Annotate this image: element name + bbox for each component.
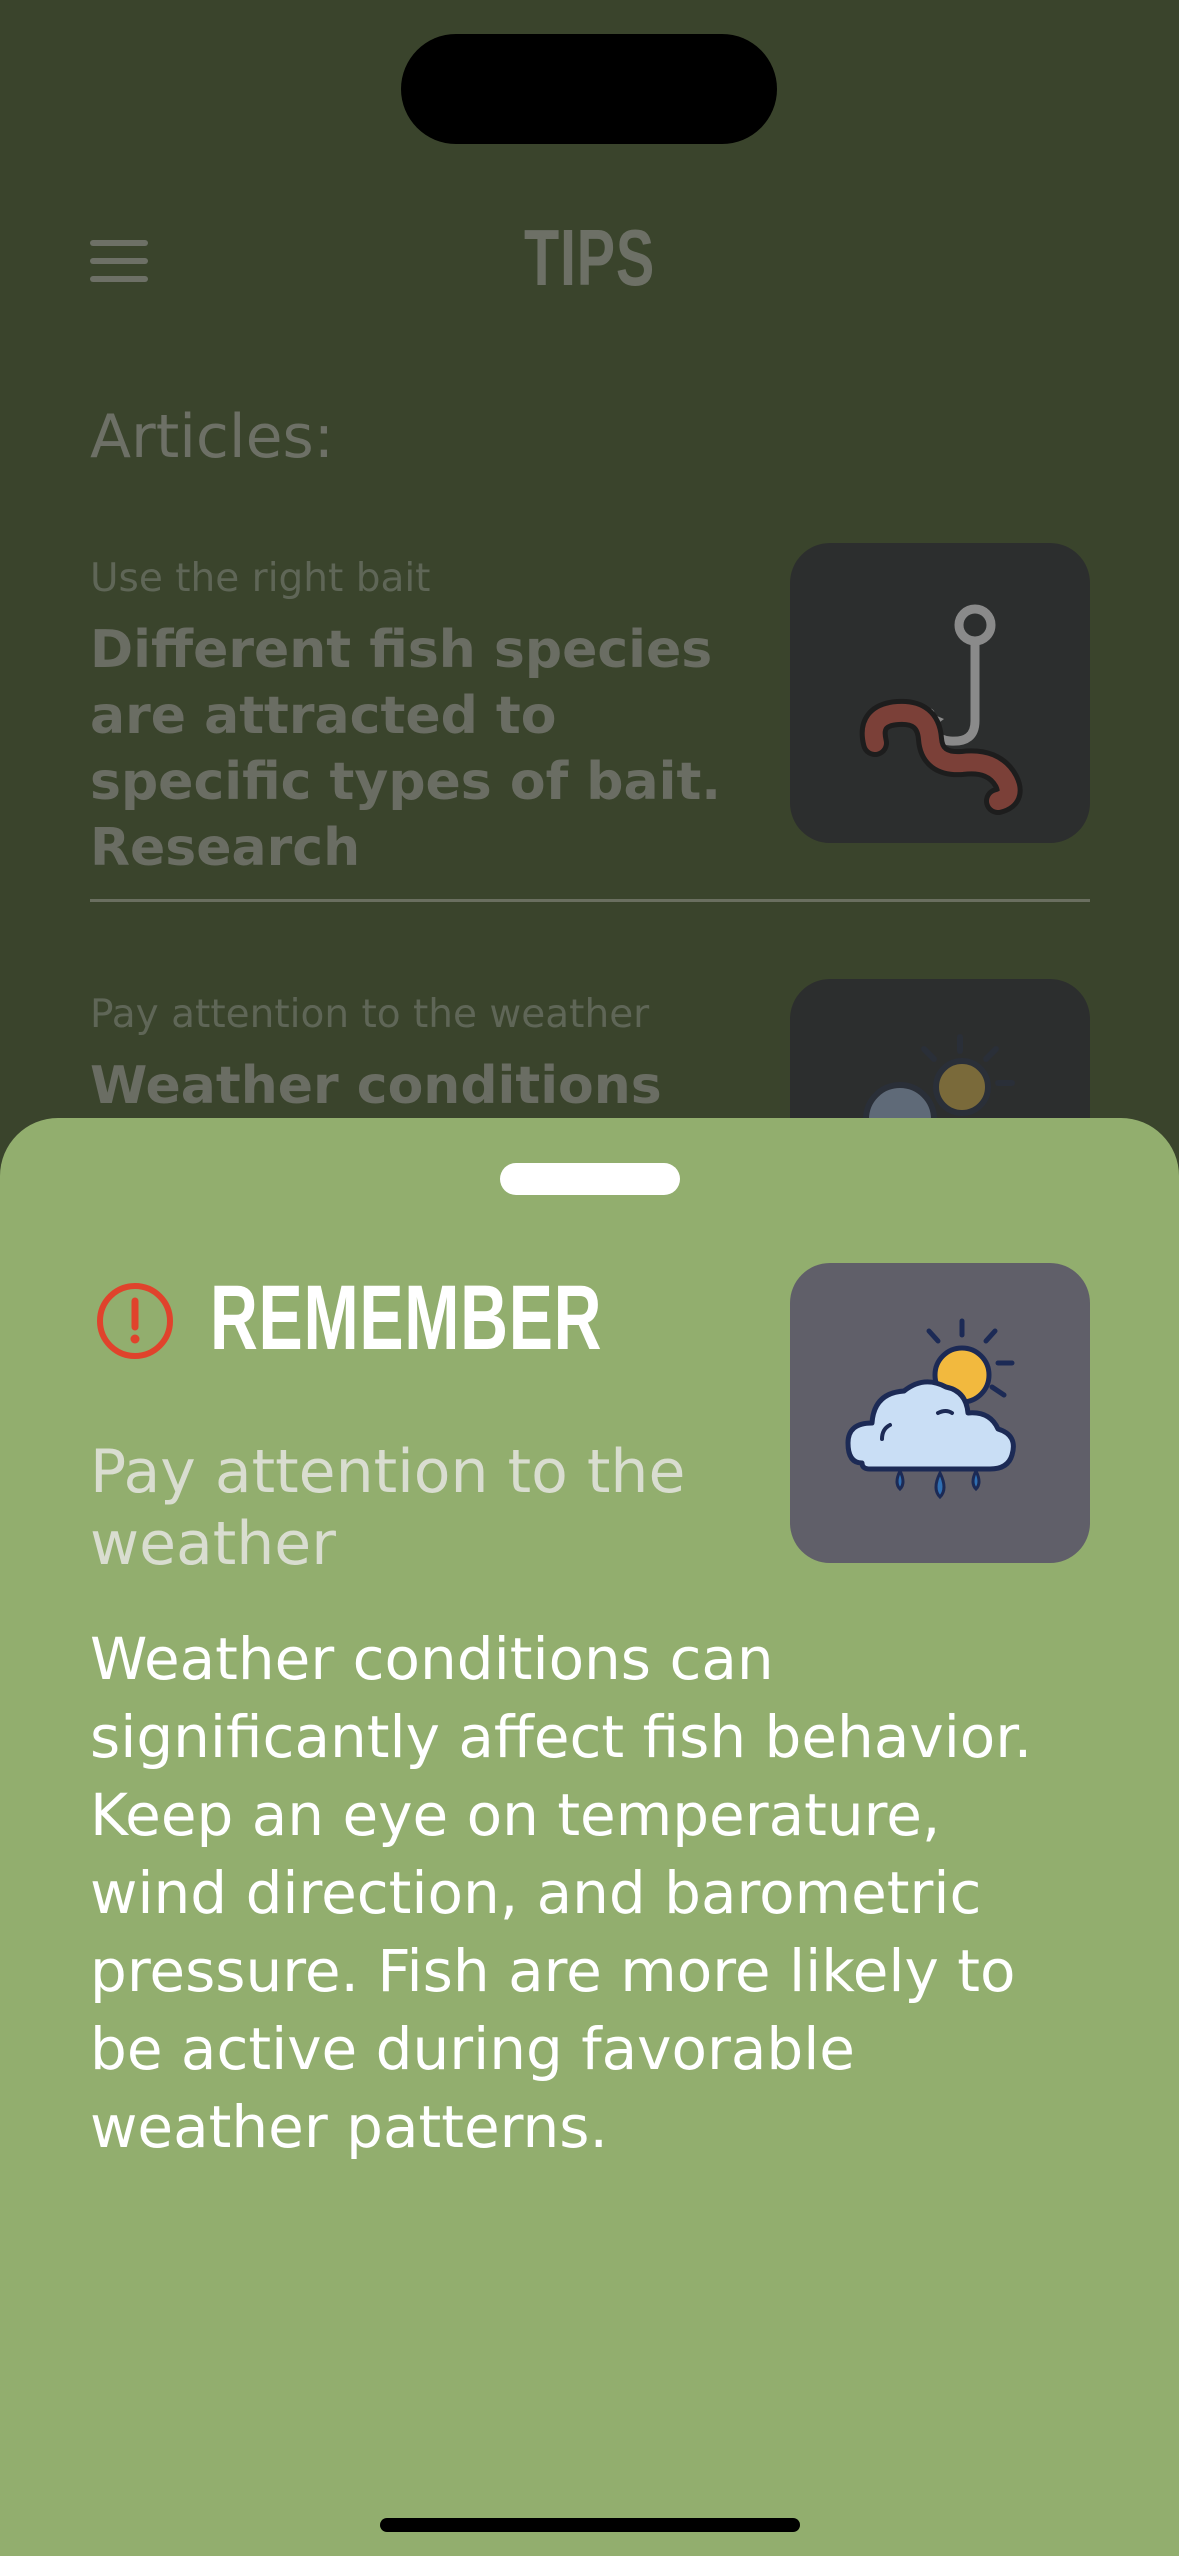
sheet-subtitle: Pay attention to the weather — [90, 1437, 686, 1579]
sheet-body-text: Weather conditions can significantly aff… — [90, 1625, 1033, 2161]
sheet-grabber-handle[interactable] — [500, 1163, 680, 1195]
sheet-thumbnail — [790, 1263, 1090, 1563]
hamburger-menu-icon — [90, 240, 148, 246]
article-thumbnail — [790, 543, 1090, 843]
article-body: Different fish species are attracted to … — [90, 620, 722, 878]
article-card[interactable]: Pay attention to the weather Weather con… — [90, 979, 1090, 1279]
divider — [90, 899, 1090, 902]
worm-hook-icon — [859, 604, 1023, 815]
sheet-heading: REMEMBER — [210, 1267, 603, 1369]
page-title: TIPS — [524, 213, 655, 302]
article-body: Weather conditions — [90, 1056, 662, 1116]
weather-icon — [845, 1318, 1016, 1500]
menu-button[interactable] — [90, 240, 148, 282]
exclamation-circle-icon — [97, 1283, 173, 1359]
dynamic-island — [401, 34, 777, 144]
articles-heading: Articles: — [90, 402, 334, 472]
article-card[interactable]: Use the right bait Different fish specie… — [90, 543, 1090, 881]
home-indicator[interactable] — [380, 2518, 800, 2532]
bottom-sheet: REMEMBER Pay attention to the weather We… — [0, 1118, 1179, 2556]
